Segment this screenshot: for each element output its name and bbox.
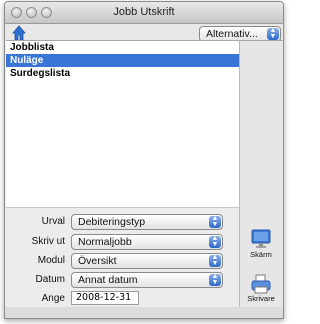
skriv-ut-label: Skriv ut [31,236,65,247]
urval-label: Urval [41,216,65,227]
printer-button[interactable]: Skrivare [239,274,283,303]
screen-button[interactable]: Skärm [239,228,283,259]
datum-label: Datum [35,274,65,285]
window-bottom-bar [5,307,283,318]
modul-popup[interactable]: Översikt ▲ ▼ [71,253,223,269]
list-item-nulage[interactable]: Nuläge [6,54,239,67]
datum-value: Annat datum [78,274,138,286]
skriv-ut-popup[interactable]: Normaljobb ▲ ▼ [71,234,223,250]
ange-date-field[interactable]: 2008-12-31 [71,291,139,305]
datum-popup[interactable]: Annat datum ▲ ▼ [71,272,223,288]
home-icon[interactable] [12,25,26,41]
title-bar: Jobb Utskrift [5,2,283,24]
modul-value: Översikt [78,255,117,267]
popup-arrows-icon: ▲ ▼ [209,254,221,267]
screen-button-label: Skärm [250,250,272,259]
options-popup-label: Alternativ... [206,28,258,40]
printer-button-label: Skrivare [247,294,275,303]
window-title: Jobb Utskrift [113,6,175,18]
list-item-surdegslista[interactable]: Surdegslista [6,67,239,80]
side-panel [239,40,283,307]
modul-label: Modul [37,255,65,266]
urval-value: Debiteringstyp [78,216,146,228]
popup-arrows-icon: ▲ ▼ [209,273,221,286]
skriv-ut-value: Normaljobb [78,236,132,248]
popup-arrows-icon: ▲ ▼ [267,27,279,40]
printer-icon [251,274,271,294]
list-item-jobblista[interactable]: Jobblista [6,41,239,54]
ange-label: Ange [41,293,65,304]
popup-arrows-icon: ▲ ▼ [209,235,221,248]
monitor-icon [251,229,271,248]
urval-popup[interactable]: Debiteringstyp ▲ ▼ [71,214,223,230]
report-list[interactable]: Jobblista Nuläge Surdegslista [6,40,239,208]
popup-arrows-icon: ▲ ▼ [209,215,221,228]
print-window: Jobb Utskrift Alternativ... ▲ ▼ Jobblista… [4,1,284,319]
